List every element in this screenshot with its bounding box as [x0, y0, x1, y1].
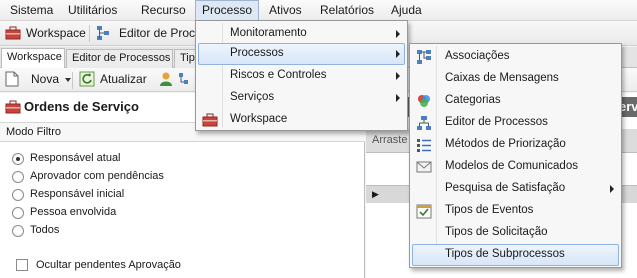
- toolbox-icon: [5, 100, 21, 114]
- menu-item-label: Associações: [445, 50, 510, 62]
- toolbar-separator: [89, 25, 90, 42]
- atualizar-label: Atualizar: [100, 72, 147, 86]
- workflow-icon: [179, 73, 188, 84]
- menu-item-caixas-mensagens[interactable]: Caixas de Mensagens: [412, 68, 619, 90]
- toolbox-icon: [202, 113, 218, 127]
- tab-editor-processos[interactable]: Editor de Processos: [66, 49, 173, 68]
- hierarchy-icon: [417, 50, 431, 64]
- chevron-down-icon: [65, 78, 71, 82]
- radio-label: Aprovador com pendências: [30, 170, 164, 182]
- modo-filtro-label: Modo Filtro: [6, 126, 62, 138]
- radio-button[interactable]: [12, 189, 24, 201]
- mail-icon: [416, 161, 432, 173]
- radio-button[interactable]: [12, 171, 24, 183]
- menu-item-label: Serviços: [230, 91, 275, 103]
- user-icon: [160, 72, 172, 86]
- panel-title: Ordens de Serviço: [24, 99, 139, 114]
- radio-label: Responsável atual: [30, 152, 121, 164]
- menu-item-tipos-subprocessos[interactable]: Tipos de Subprocessos: [412, 244, 619, 266]
- menu-item-label: Caixas de Mensagens: [445, 72, 559, 84]
- new-document-icon: [5, 71, 19, 87]
- radio-label: Pessoa envolvida: [30, 206, 117, 218]
- workflow-icon: [417, 116, 431, 130]
- toolbar-separator: [72, 72, 73, 89]
- menu-item-editor-processos[interactable]: Editor de Processos: [412, 112, 619, 134]
- menu-item-label: Categorias: [445, 94, 501, 106]
- menu-item-label: Editor de Processos: [445, 116, 548, 128]
- menu-item-tipos-solicitacao[interactable]: Tipos de Solicitação: [412, 222, 619, 244]
- submenu-arrow-icon: [396, 94, 400, 102]
- submenu-arrow-icon: [610, 185, 614, 193]
- refresh-icon: [79, 71, 95, 87]
- menu-ativos[interactable]: Ativos: [263, 0, 308, 21]
- calendar-icon: [416, 204, 432, 219]
- menu-item-label: Tipos de Subprocessos: [445, 248, 565, 260]
- workspace-toolbar-label: Workspace: [26, 26, 86, 40]
- menu-item-pesquisa-satisfacao[interactable]: Pesquisa de Satisfação: [412, 178, 619, 200]
- menu-item-label: Métodos de Priorização: [445, 138, 566, 150]
- menu-item-label: Pesquisa de Satisfação: [445, 182, 566, 194]
- menu-item-label: Workspace: [230, 113, 288, 125]
- menu-item-associacoes[interactable]: Associações: [412, 46, 619, 68]
- menu-item-tipos-eventos[interactable]: Tipos de Eventos: [412, 200, 619, 222]
- editor-toolbar-label: Editor de Proc: [119, 26, 196, 40]
- submenu-arrow-icon: [396, 72, 400, 80]
- menu-item-metodos-priorizacao[interactable]: Métodos de Priorização: [412, 134, 619, 156]
- checkbox-label: Ocultar pendentes Aprovação: [36, 259, 181, 271]
- processos-submenu: Associações Caixas de Mensagens Categori…: [409, 43, 622, 268]
- menu-recurso[interactable]: Recurso: [135, 0, 192, 21]
- radio-label: Responsável inicial: [30, 188, 125, 200]
- categories-icon: [418, 95, 430, 107]
- menu-relatorios[interactable]: Relatórios: [314, 0, 380, 21]
- radio-button[interactable]: [12, 225, 24, 237]
- radio-button[interactable]: [12, 153, 24, 165]
- menu-item-label: Modelos de Comunicados: [445, 160, 578, 172]
- menu-item-label: Monitoramento: [230, 27, 307, 39]
- menu-ajuda[interactable]: Ajuda: [385, 0, 428, 21]
- menu-bar: Sistema Utilitários Recurso Processo Ati…: [0, 0, 637, 21]
- menu-item-categorias[interactable]: Categorias: [412, 90, 619, 112]
- toolbox-icon: [5, 26, 21, 40]
- menu-item-processos[interactable]: Processos: [198, 43, 405, 65]
- menu-item-label: Riscos e Controles: [230, 69, 327, 81]
- radio-button[interactable]: [12, 207, 24, 219]
- nova-label: Nova: [31, 72, 60, 86]
- menu-item-label: Tipos de Solicitação: [445, 226, 548, 238]
- radio-label: Todos: [30, 224, 60, 236]
- menu-item-label: Tipos de Eventos: [445, 204, 534, 216]
- menu-item-label: Processos: [230, 47, 284, 59]
- row-indicator-icon: ▶: [372, 189, 379, 199]
- menu-item-monitoramento[interactable]: Monitoramento: [198, 23, 405, 45]
- menu-processo[interactable]: Processo: [195, 0, 260, 21]
- processo-menu: Monitoramento Processos Riscos e Control…: [195, 20, 408, 131]
- arraste-label: Arraste: [372, 134, 408, 146]
- tab-workspace[interactable]: Workspace: [1, 48, 65, 69]
- menu-item-riscos[interactable]: Riscos e Controles: [198, 65, 405, 87]
- menu-utilitarios[interactable]: Utilitários: [62, 0, 123, 21]
- submenu-arrow-icon: [396, 50, 400, 58]
- workflow-icon: [97, 26, 109, 40]
- priority-list-icon: [417, 139, 431, 152]
- menu-item-modelos-comunicados[interactable]: Modelos de Comunicados: [412, 156, 619, 178]
- menu-sistema[interactable]: Sistema: [4, 0, 59, 21]
- submenu-arrow-icon: [396, 30, 400, 38]
- checkbox[interactable]: [16, 259, 28, 271]
- menu-item-servicos[interactable]: Serviços: [198, 87, 405, 109]
- menu-item-workspace[interactable]: Workspace: [198, 109, 405, 131]
